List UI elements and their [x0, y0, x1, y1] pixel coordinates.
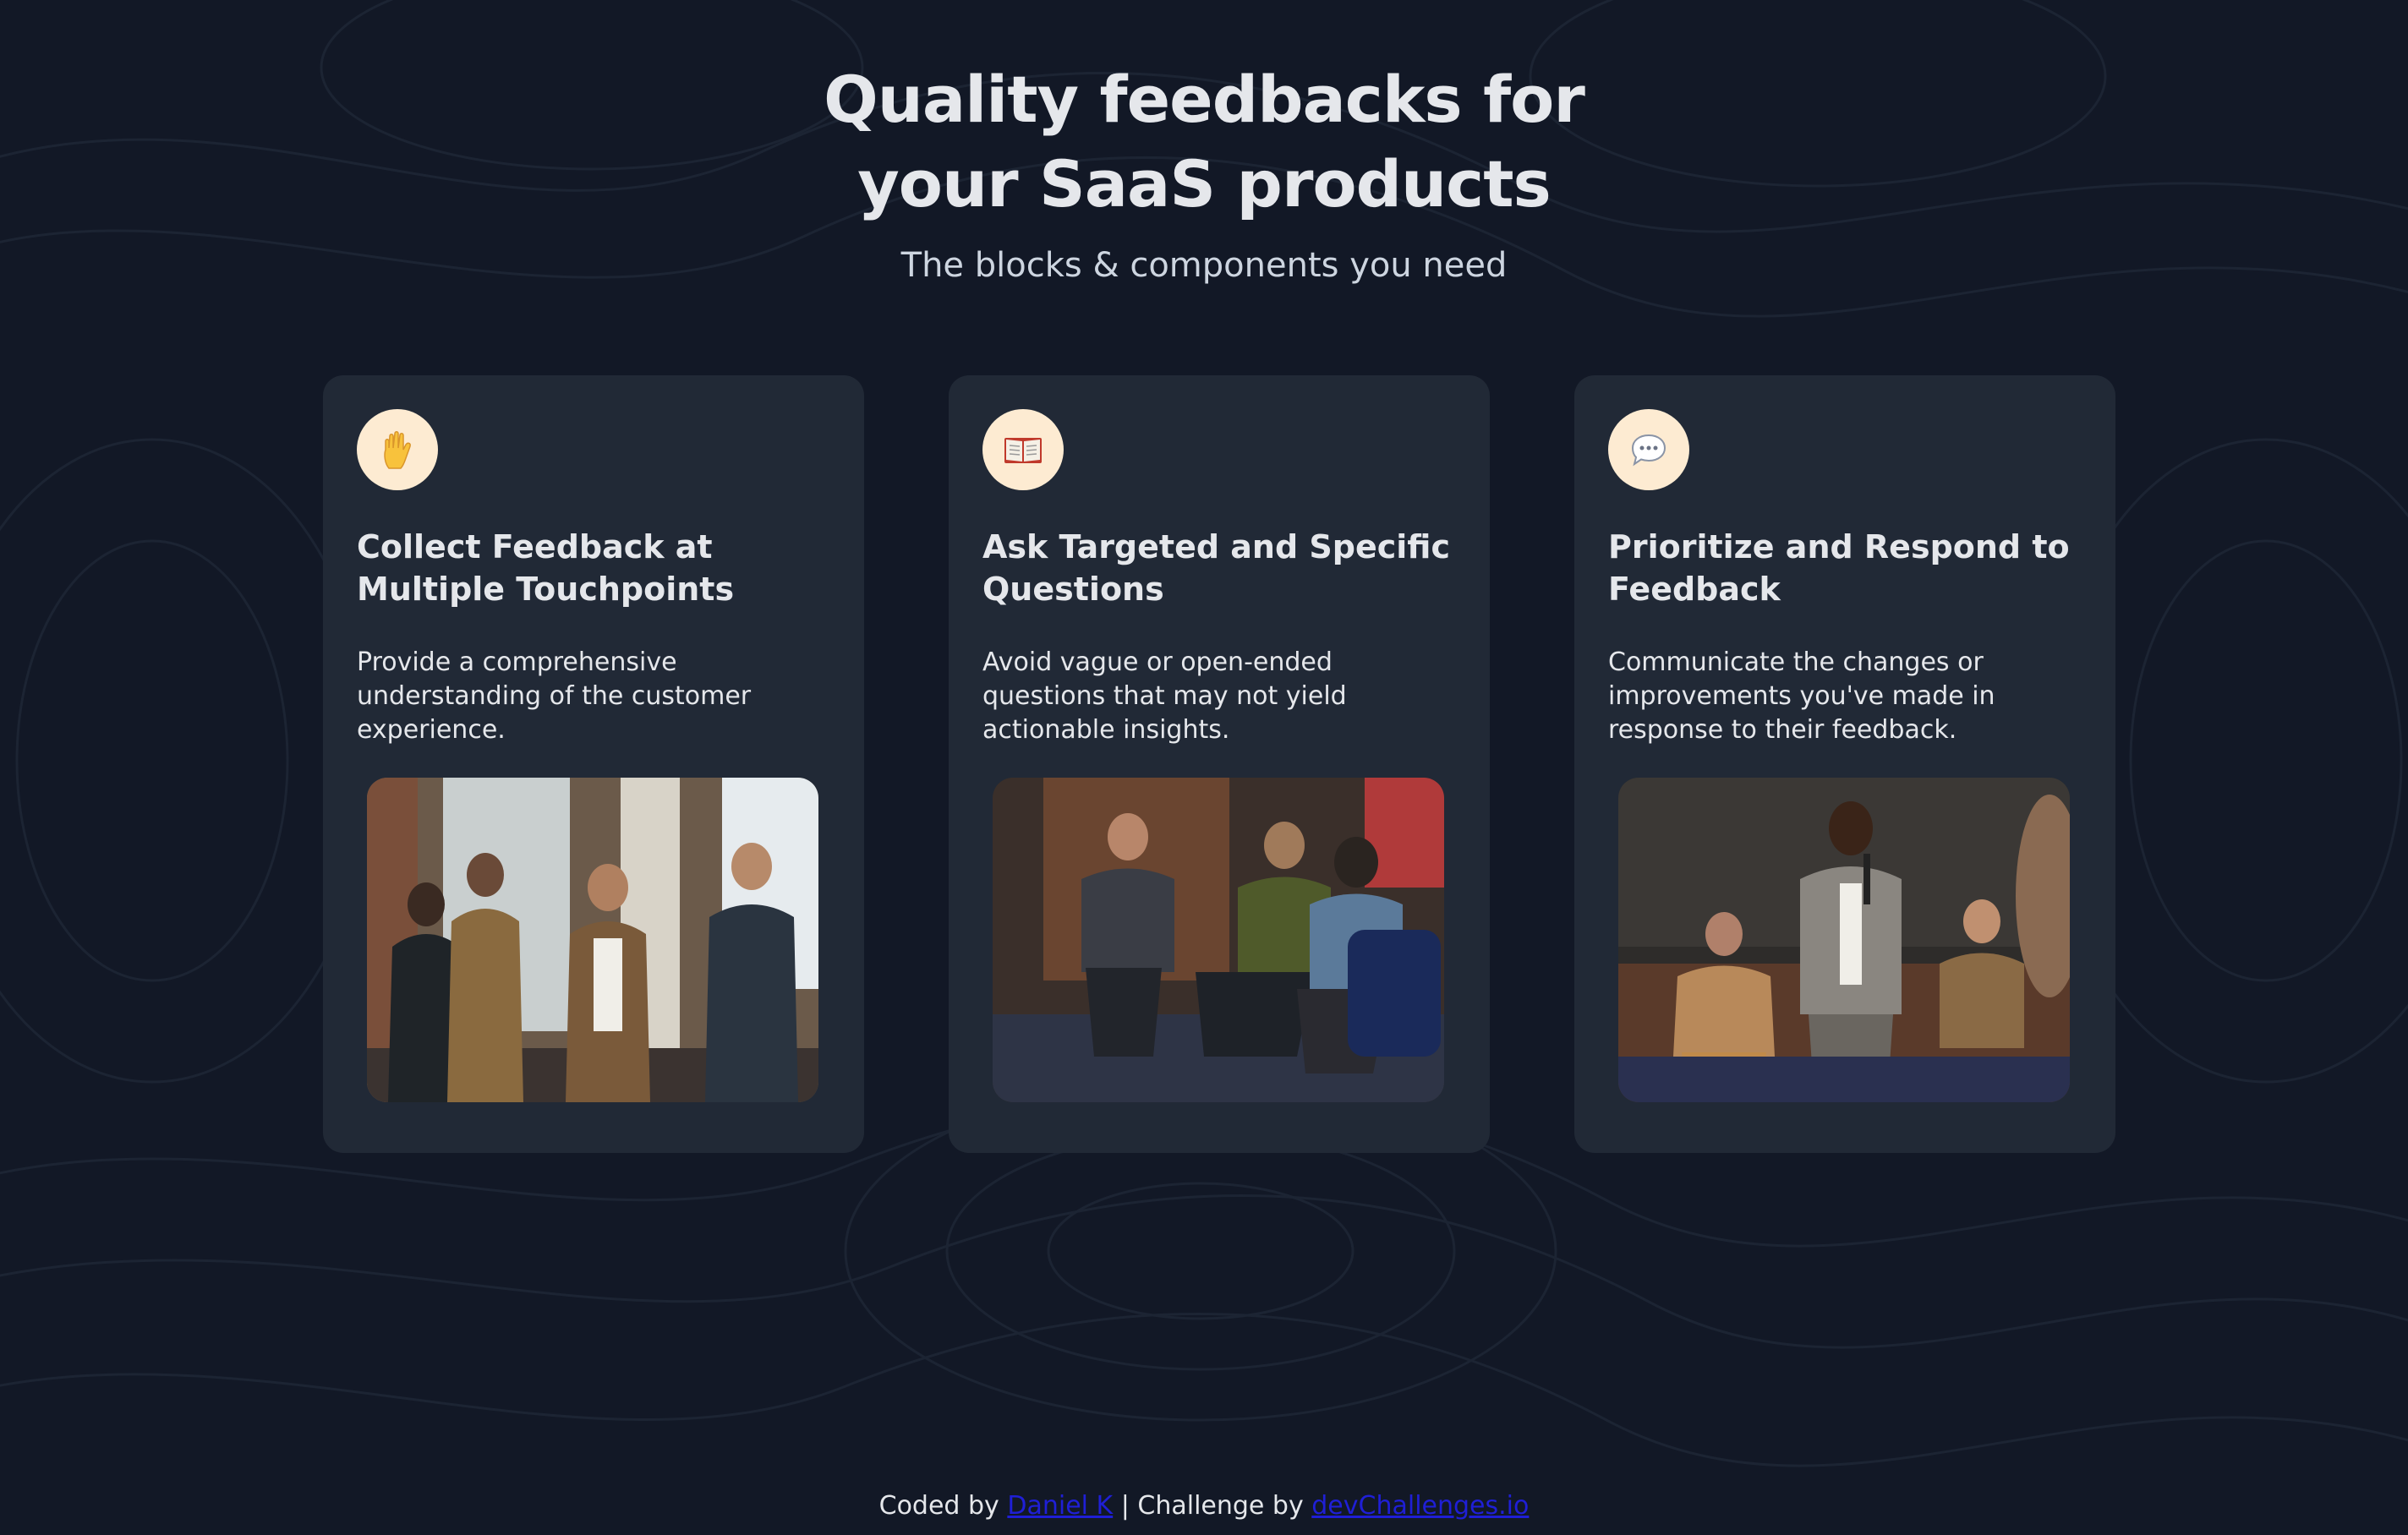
raised-hand-icon [357, 409, 438, 490]
footer-prefix: Coded by [878, 1491, 999, 1521]
card-description: Avoid vague or open-ended questions that… [982, 647, 1347, 745]
page: Quality feedbacks for your SaaS products… [0, 0, 2408, 1535]
speech-bubble-icon [1608, 409, 1689, 490]
card-image-meeting-photo [367, 778, 818, 1102]
feature-card-ask: Ask Targeted and Specific Questions Avoi… [949, 375, 1490, 1153]
card-description: Provide a comprehensive understanding of… [357, 647, 752, 745]
open-book-icon [982, 409, 1064, 490]
card-title: Prioritize and Respond to Feedback [1608, 528, 2070, 608]
card-title: Collect Feedback at Multiple Touchpoints [357, 528, 735, 608]
card-description: Communicate the changes or improvements … [1608, 647, 1995, 745]
page-subtitle: The blocks & components you need [900, 246, 1508, 285]
hero: Quality feedbacks for your SaaS products… [0, 57, 2408, 287]
footer: Coded by Daniel K | Challenge by devChal… [0, 1489, 2408, 1523]
feature-cards: Collect Feedback at Multiple Touchpoints… [323, 375, 2115, 1153]
page-title: Quality feedbacks for your SaaS products [824, 62, 1585, 221]
challenge-link[interactable]: devChallenges.io [1311, 1491, 1529, 1521]
card-image-stage-photo [1618, 778, 2070, 1102]
footer-middle: | Challenge by [1120, 1491, 1304, 1521]
author-link[interactable]: Daniel K [1007, 1491, 1113, 1521]
card-title: Ask Targeted and Specific Questions [982, 528, 1450, 608]
feature-card-collect: Collect Feedback at Multiple Touchpoints… [323, 375, 864, 1153]
card-image-discussion-photo [993, 778, 1444, 1102]
feature-card-prioritize: Prioritize and Respond to Feedback Commu… [1574, 375, 2115, 1153]
